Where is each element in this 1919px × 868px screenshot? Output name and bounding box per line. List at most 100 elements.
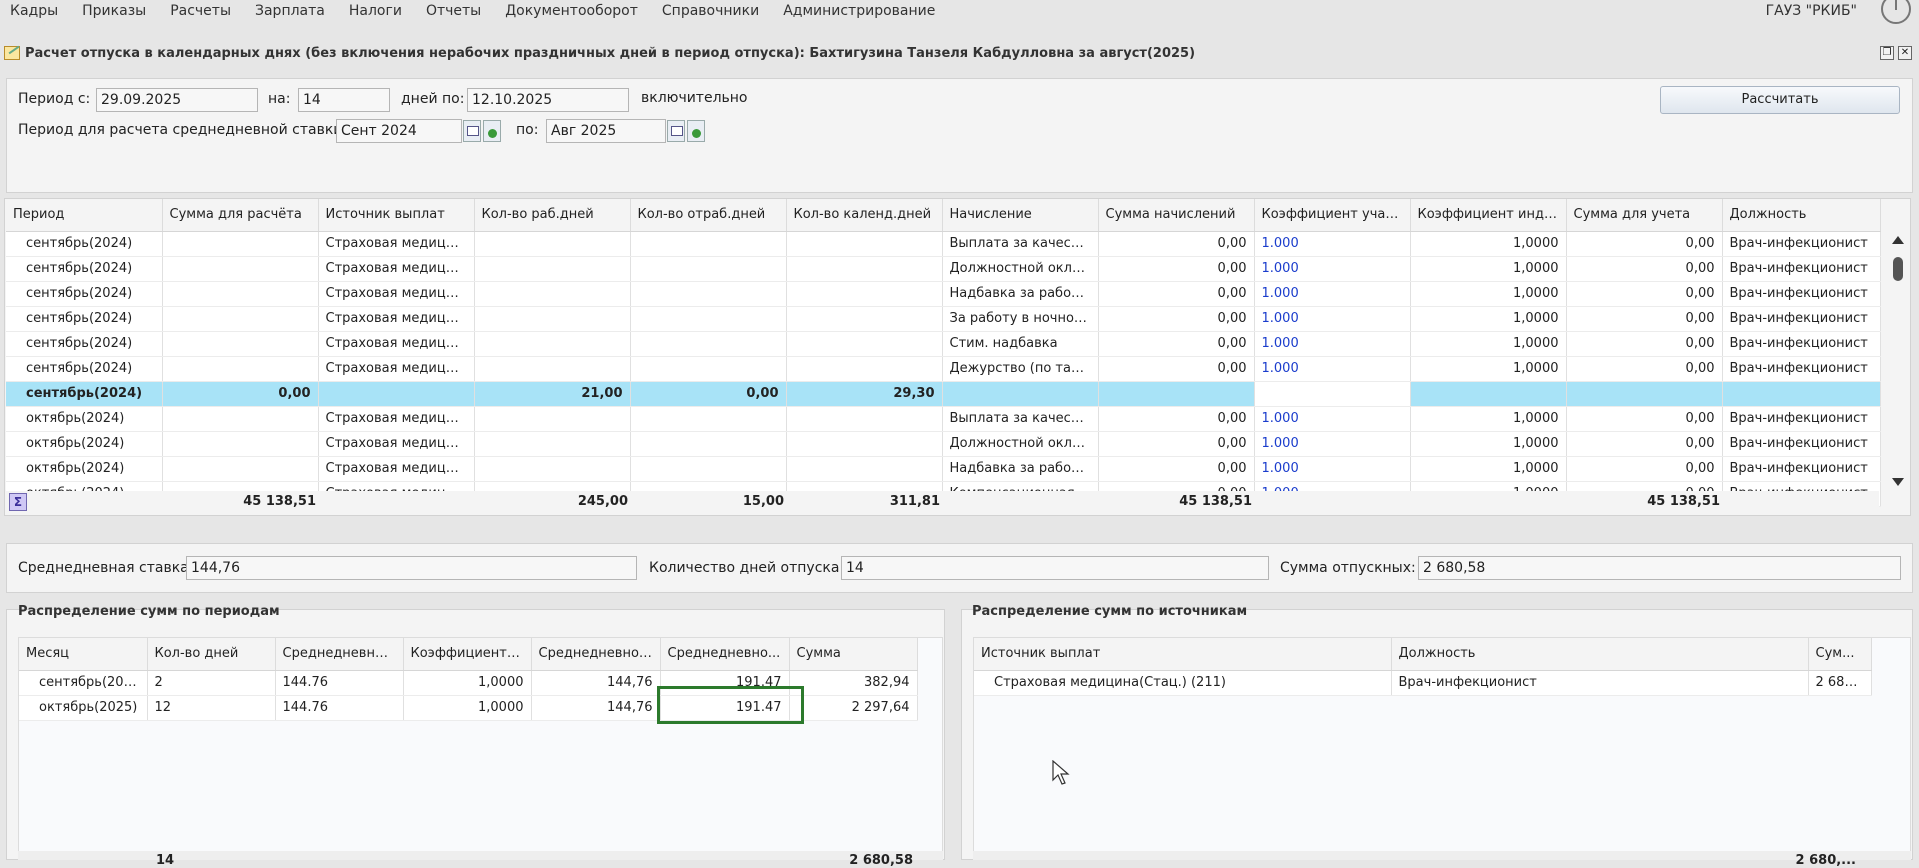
table-cell bbox=[786, 306, 943, 332]
table-cell bbox=[474, 456, 631, 482]
refresh-icon[interactable] bbox=[687, 120, 705, 142]
table-cell: 1.000 bbox=[1254, 281, 1411, 307]
total-acc-sum: 45 138,51 bbox=[1647, 494, 1720, 509]
col-worked-days[interactable]: Кол-во отраб.дней bbox=[630, 199, 787, 232]
col-cal-days[interactable]: Кол-во календ.дней bbox=[786, 199, 943, 232]
menu-kadry[interactable]: Кадры bbox=[0, 0, 70, 24]
table-row[interactable]: сентябрь(2024) Страховая медицина(... Выпл… bbox=[6, 231, 1881, 257]
table-row[interactable]: октябрь(2024) Страховая медицина(... Выпла… bbox=[6, 406, 1881, 432]
refresh-icon[interactable] bbox=[483, 120, 501, 142]
table-cell: 0,00 bbox=[1098, 256, 1255, 282]
col-sum[interactable]: Сум... bbox=[1808, 638, 1872, 671]
menu-prikazy[interactable]: Приказы bbox=[70, 0, 158, 24]
table-row[interactable]: октябрь(2024) Страховая медицина(... Должн… bbox=[6, 431, 1881, 457]
selected-cell-highlight bbox=[657, 686, 804, 724]
mouse-cursor-icon bbox=[1052, 760, 1070, 785]
avg-period-from-input[interactable]: Сент 2024 bbox=[336, 119, 462, 143]
vacation-days-field[interactable]: 14 bbox=[841, 556, 1269, 580]
table-cell: Страховая медицина(... bbox=[318, 231, 475, 257]
col-accrued-sum[interactable]: Сумма начислений bbox=[1098, 199, 1255, 232]
days-count-input[interactable]: 14 bbox=[298, 88, 390, 112]
table-row[interactable]: сентябрь(2024) Страховая медицина(... Дежу… bbox=[6, 356, 1881, 382]
table-row[interactable]: сентябрь(2024) Страховая медицина(... Долж… bbox=[6, 256, 1881, 282]
table-cell bbox=[630, 231, 787, 257]
table-cell: 0,00 bbox=[1566, 306, 1723, 332]
col-days[interactable]: Кол-во дней bbox=[147, 638, 276, 671]
calculate-button[interactable]: Рассчитать bbox=[1660, 86, 1900, 114]
col-source[interactable]: Источник выплат bbox=[974, 638, 1392, 671]
col-work-days[interactable]: Кол-во раб.дней bbox=[474, 199, 631, 232]
col-month[interactable]: Месяц bbox=[19, 638, 148, 671]
col-source[interactable]: Источник выплат bbox=[318, 199, 475, 232]
table-row[interactable]: октябрь(2024) Страховая медицина(... Надба… bbox=[6, 456, 1881, 482]
table-cell bbox=[1254, 381, 1411, 407]
table-cell bbox=[1722, 381, 1881, 407]
col-avg-daily-3[interactable]: Среднедневно... bbox=[660, 638, 790, 671]
table-cell: сентябрь(2024) bbox=[6, 381, 163, 407]
col-sum[interactable]: Сумма bbox=[789, 638, 918, 671]
main-grid-totals: Σ 45 138,51 245,00 15,00 311,81 45 138,5… bbox=[6, 491, 1879, 513]
avg-period-to-input[interactable]: Авг 2025 bbox=[546, 119, 666, 143]
col-period[interactable]: Период bbox=[6, 199, 163, 232]
table-cell: Страховая медицина(... bbox=[318, 431, 475, 457]
table-cell: 2 297,64 bbox=[789, 695, 918, 721]
menu-otchety[interactable]: Отчеты bbox=[414, 0, 493, 24]
col-position[interactable]: Должность bbox=[1722, 199, 1881, 232]
col-index-coef[interactable]: Коэффициент ин... bbox=[403, 638, 532, 671]
col-acc-sum[interactable]: Сумма для учета bbox=[1566, 199, 1723, 232]
table-cell: 0,00 bbox=[1566, 331, 1723, 357]
menu-nalogi[interactable]: Налоги bbox=[337, 0, 414, 24]
period-from-input[interactable]: 29.09.2025 bbox=[96, 88, 258, 112]
col-avg-daily-2[interactable]: Среднедневной з... bbox=[531, 638, 661, 671]
table-cell: 0,00 bbox=[1098, 356, 1255, 382]
menu-administrirovanie[interactable]: Администрирование bbox=[771, 0, 947, 24]
table-row[interactable]: Страховая медицина(Стац.) (211) Врач-инфе… bbox=[974, 670, 1872, 696]
table-cell: Врач-инфекционист bbox=[1722, 406, 1881, 432]
col-participation-coef[interactable]: Коэффициент участия bbox=[1254, 199, 1411, 232]
table-cell: сентябрь(2024) bbox=[6, 256, 163, 282]
menu-zarplata[interactable]: Зарплата bbox=[243, 0, 337, 24]
table-cell: 0,00 bbox=[1566, 431, 1723, 457]
main-grid-scrollbar[interactable] bbox=[1888, 230, 1908, 492]
close-window-icon[interactable]: ✕ bbox=[1898, 46, 1912, 60]
calendar-icon[interactable] bbox=[463, 120, 481, 142]
table-row[interactable]: сентябрь(2024) Страховая медицина(... За р… bbox=[6, 306, 1881, 332]
table-cell bbox=[1566, 381, 1723, 407]
table-row[interactable]: сентябрь(2024) 0,00 21,00 0,00 29,30 bbox=[6, 381, 1881, 407]
menu-raschety[interactable]: Расчеты bbox=[158, 0, 243, 24]
days-to-label: дней по: bbox=[401, 91, 465, 107]
table-cell bbox=[162, 306, 319, 332]
restore-window-icon[interactable]: ❐ bbox=[1880, 46, 1894, 60]
table-cell: октябрь(2024) bbox=[6, 431, 163, 457]
table-cell bbox=[474, 231, 631, 257]
table-cell bbox=[162, 231, 319, 257]
sigma-icon[interactable]: Σ bbox=[9, 493, 27, 511]
table-row[interactable]: сентябрь(2024) Страховая медицина(... Надб… bbox=[6, 281, 1881, 307]
table-cell: 144,76 bbox=[531, 695, 661, 721]
vacation-sum-field[interactable]: 2 680,58 bbox=[1418, 556, 1901, 580]
avg-rate-label: Среднедневная ставка: bbox=[18, 560, 194, 576]
col-sum-calc[interactable]: Сумма для расчёта bbox=[162, 199, 319, 232]
table-cell: Врач-инфекционист bbox=[1722, 256, 1881, 282]
col-accrual[interactable]: Начисление bbox=[942, 199, 1099, 232]
table-cell: 382,94 bbox=[789, 670, 918, 696]
period-to-input[interactable]: 12.10.2025 bbox=[467, 88, 629, 112]
calendar-icon[interactable] bbox=[667, 120, 685, 142]
menu-spravochniki[interactable]: Справочники bbox=[650, 0, 771, 24]
table-cell bbox=[786, 406, 943, 432]
table-cell bbox=[630, 331, 787, 357]
table-cell: 144,76 bbox=[531, 670, 661, 696]
col-position[interactable]: Должность bbox=[1391, 638, 1809, 671]
table-cell bbox=[318, 381, 475, 407]
table-cell: Страховая медицина(Стац.) (211) bbox=[974, 670, 1392, 696]
col-avg-daily-1[interactable]: Среднедневной з... bbox=[275, 638, 404, 671]
main-grid-header: Период Сумма для расчёта Источник выплат… bbox=[6, 199, 1881, 232]
avg-rate-field[interactable]: 144,76 bbox=[186, 556, 637, 580]
table-row[interactable]: сентябрь(2024) Страховая медицина(... Стим… bbox=[6, 331, 1881, 357]
col-index-coef[interactable]: Коэффициент индекс... bbox=[1410, 199, 1567, 232]
table-cell: 1,0000 bbox=[1410, 256, 1567, 282]
total-work-days: 245,00 bbox=[577, 494, 628, 509]
menu-dokumentooborot[interactable]: Документооборот bbox=[493, 0, 650, 24]
table-cell: 1,0000 bbox=[403, 695, 532, 721]
table-cell: 2 bbox=[147, 670, 276, 696]
